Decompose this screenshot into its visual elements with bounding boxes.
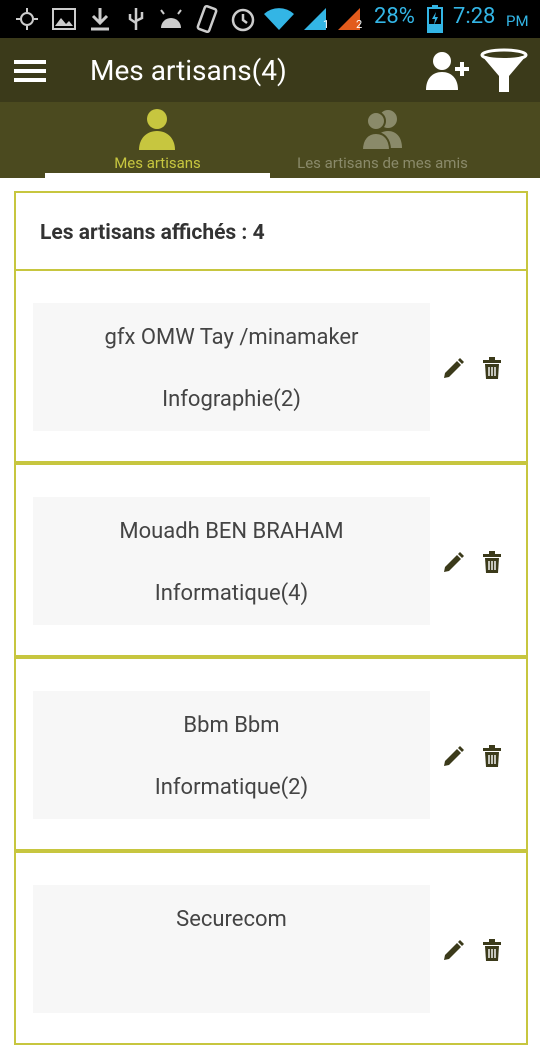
list-item: gfx OMW Tay /minamaker Infographie(2) (14, 269, 528, 463)
tab-label-mes-artisans: Mes artisans (114, 154, 201, 172)
weather-icon (16, 8, 38, 30)
list-header: Les artisans affichés : 4 (14, 191, 528, 271)
clock-ampm: PM (506, 12, 529, 30)
vibrate-icon (196, 4, 218, 34)
list-item: Mouadh BEN BRAHAM Informatique(4) (14, 463, 528, 657)
list-count-label: Les artisans affichés : 4 (40, 221, 265, 245)
artisan-info[interactable]: gfx OMW Tay /minamaker Infographie(2) (33, 303, 430, 431)
android-icon (160, 9, 182, 28)
sim1-label: 1 (323, 18, 330, 31)
edit-icon[interactable] (441, 357, 465, 381)
usb-icon (128, 8, 144, 30)
tab-mes-artisans[interactable]: Mes artisans (45, 102, 270, 178)
tab-bar: Mes artisans Les artisans de mes amis (0, 102, 540, 178)
filter-icon[interactable] (480, 48, 528, 94)
menu-icon[interactable] (14, 60, 46, 82)
app-bar: Mes artisans(4) (0, 38, 540, 102)
image-icon (52, 8, 76, 30)
wifi-icon (264, 8, 294, 31)
trash-icon[interactable] (482, 551, 502, 573)
artisan-category: Informatique(4) (154, 581, 309, 606)
edit-icon[interactable] (441, 745, 465, 769)
status-bar: 1 2 28% 7:28 PM (0, 0, 540, 38)
page-title: Mes artisans(4) (90, 54, 287, 87)
artisan-name: gfx OMW Tay /minamaker (104, 325, 359, 350)
user-icon (139, 109, 175, 150)
tab-artisans-amis[interactable]: Les artisans de mes amis (270, 102, 495, 178)
alarm-icon (231, 8, 255, 32)
trash-icon[interactable] (482, 357, 502, 379)
edit-icon[interactable] (441, 939, 465, 963)
sim2-label: 2 (356, 18, 363, 31)
battery-percent: 28% (374, 4, 415, 29)
artisan-name: Mouadh BEN BRAHAM (119, 519, 344, 544)
clock: 7:28 (453, 4, 496, 29)
tab-label-artisans-amis: Les artisans de mes amis (297, 154, 468, 172)
artisan-name: Bbm Bbm (183, 713, 280, 738)
artisan-name: Securecom (176, 907, 287, 932)
add-user-icon[interactable] (424, 50, 470, 92)
users-group-icon (360, 110, 402, 150)
artisan-info[interactable]: Mouadh BEN BRAHAM Informatique(4) (33, 497, 430, 625)
trash-icon[interactable] (482, 939, 502, 961)
list-item: Bbm Bbm Informatique(2) (14, 657, 528, 851)
edit-icon[interactable] (441, 551, 465, 575)
download-icon (91, 8, 109, 31)
tab-indicator (45, 173, 270, 178)
list-item: Securecom (14, 851, 528, 1045)
artisan-info[interactable]: Securecom (33, 885, 430, 1013)
artisan-category: Infographie(2) (162, 387, 301, 412)
artisan-category: Informatique(2) (154, 775, 309, 800)
artisan-info[interactable]: Bbm Bbm Informatique(2) (33, 691, 430, 819)
battery-charging-icon (427, 5, 443, 33)
trash-icon[interactable] (482, 745, 502, 767)
